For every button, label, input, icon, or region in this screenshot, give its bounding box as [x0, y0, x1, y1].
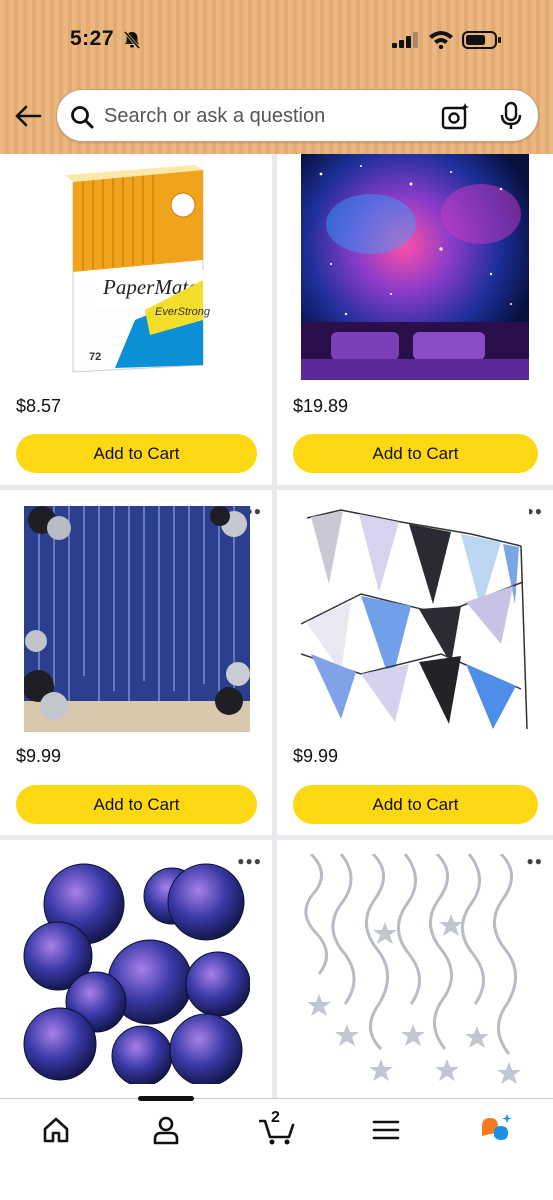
bell-off-icon	[123, 31, 141, 49]
add-to-cart-button[interactable]: Add to Cart	[16, 785, 257, 824]
product-card[interactable]: ●●● $9.99 Add to Cart	[0, 490, 272, 835]
product-card[interactable]: ●●● $19.89	[277, 140, 553, 485]
product-price: $9.99	[293, 746, 339, 766]
add-to-cart-button[interactable]: Add to Cart	[293, 434, 538, 473]
product-image[interactable]: PaperMate EverStrong 72	[55, 160, 233, 375]
person-icon	[153, 1116, 179, 1145]
wifi-icon	[429, 31, 453, 49]
search-icon	[71, 106, 94, 129]
menu-icon	[372, 1120, 400, 1140]
nav-menu[interactable]	[366, 1113, 406, 1147]
battery-icon	[462, 31, 501, 49]
product-price: $9.99	[16, 746, 62, 766]
ai-assistant-icon	[482, 1114, 512, 1140]
product-card[interactable]: ●●● $9.99 Add to Cart	[277, 490, 553, 835]
back-arrow-icon[interactable]	[12, 100, 44, 132]
pencil-tagline-text: EverStrong	[155, 306, 211, 318]
nav-account[interactable]	[146, 1113, 186, 1147]
add-to-cart-button[interactable]: Add to Cart	[16, 434, 257, 473]
nav-cart[interactable]: 2	[256, 1109, 298, 1147]
search-bar[interactable]: Search or ask a question	[56, 89, 539, 142]
nav-rufus[interactable]	[476, 1113, 516, 1147]
product-price: $19.89	[293, 396, 349, 416]
bottom-nav: 2	[0, 1098, 553, 1200]
product-card[interactable]: ●●● PaperMate EverStrong 72 $8.57 Add to…	[0, 140, 272, 485]
header: 5:27 Search or ask a question	[0, 0, 553, 154]
product-image[interactable]	[301, 504, 529, 732]
pencil-count-text: 72	[89, 351, 101, 363]
microphone-icon[interactable]	[498, 101, 524, 131]
camera-search-icon[interactable]	[440, 102, 470, 132]
status-time: 5:27	[70, 27, 115, 50]
product-price: $8.57	[16, 396, 62, 416]
product-card[interactable]: ●●●	[277, 840, 553, 1098]
product-image[interactable]	[301, 154, 529, 380]
product-image[interactable]	[301, 854, 527, 1084]
nav-home[interactable]	[36, 1113, 76, 1147]
cart-count-badge: 2	[271, 1109, 280, 1126]
home-icon	[43, 1117, 69, 1143]
sheet-handle[interactable]	[138, 1096, 194, 1101]
product-image[interactable]	[22, 854, 250, 1084]
amazon-shopping-page: 5:27 Search or ask a question PaperMate …	[0, 0, 553, 1200]
product-card[interactable]: ●●●	[0, 840, 272, 1098]
signal-icon	[392, 32, 418, 48]
product-image[interactable]	[24, 506, 250, 732]
search-input[interactable]: Search or ask a question	[104, 105, 325, 128]
add-to-cart-button[interactable]: Add to Cart	[293, 785, 538, 824]
